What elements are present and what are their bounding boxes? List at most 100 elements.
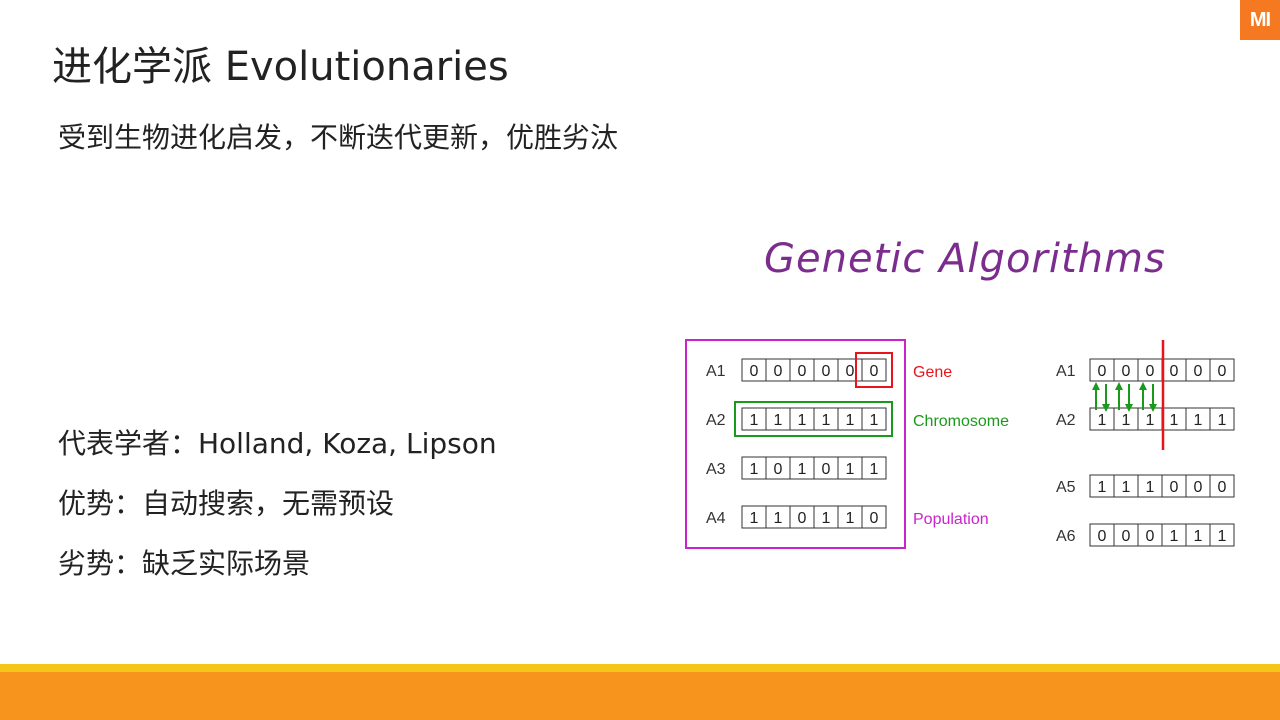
gene-value: 0 [1098,528,1107,545]
swap-arrow-up-icon [1115,382,1123,390]
gene-value: 0 [1218,363,1227,380]
gene-cell [1089,523,1115,547]
gene-value: 1 [798,461,807,478]
diagram-title: Genetic Algorithms [764,236,1166,282]
gene-cell [1137,523,1163,547]
gene-cell [1209,474,1235,498]
gene-cell [813,358,839,382]
gene-highlight-box [855,352,893,388]
gene-cell [741,505,767,529]
gene-cell [765,407,791,431]
gene-value: 0 [1146,363,1155,380]
gene-value: 1 [1122,479,1131,496]
swap-arrow-down-icon [1149,404,1157,412]
chromosome-highlight-box [734,401,893,437]
gene-cell [1089,407,1115,431]
left-row-label-a4: A4 [706,510,726,527]
gene-cell [1161,474,1187,498]
gene-cell [1161,407,1187,431]
gene-cell [861,407,887,431]
gene-value: 0 [870,510,879,527]
gene-value: 1 [774,510,783,527]
gene-cell [837,358,863,382]
gene-cell [1137,407,1163,431]
gene-cell [813,505,839,529]
gene-value: 1 [870,461,879,478]
gene-cell [1113,407,1139,431]
gene-value: 0 [1218,479,1227,496]
bullet-representatives: 代表学者：Holland, Koza, Lipson [58,427,497,460]
gene-value: 0 [1098,363,1107,380]
gene-cell [1161,358,1187,382]
gene-cell [861,505,887,529]
gene-cell [813,456,839,480]
swap-arrow-up-icon [1092,382,1100,390]
gene-annotation: Gene [913,364,952,381]
gene-value: 1 [1146,479,1155,496]
gene-cell [765,358,791,382]
gene-cell [789,407,815,431]
right-row-label-a6: A6 [1056,528,1076,545]
gene-value: 1 [1098,479,1107,496]
gene-cell [789,456,815,480]
genetic-algorithm-diagram: A1 0 0 0 0 0 0A2 1 1 1 1 1 1A3 1 0 1 0 1 1A4 1 1 0 1 1 0GeneChro… [685,339,1235,549]
gene-value: 1 [750,412,759,429]
gene-value: 1 [846,412,855,429]
gene-value: 0 [798,363,807,380]
gene-cell [789,358,815,382]
gene-value: 1 [1170,412,1179,429]
gene-cell [1113,523,1139,547]
footer-stripe [0,664,1280,672]
bullet-advantages: 优势：自动搜索，无需预设 [58,487,395,520]
gene-value: 0 [1170,363,1179,380]
gene-value: 1 [1122,412,1131,429]
slide-subtitle: 受到生物进化启发，不断迭代更新，优胜劣汰 [58,121,619,154]
gene-value: 1 [1218,528,1227,545]
right-row-label-a2: A2 [1056,412,1076,429]
gene-cell [741,358,767,382]
gene-cell [861,358,887,382]
bullet-disadvantages: 劣势：缺乏实际场景 [58,547,311,580]
gene-value: 1 [822,412,831,429]
gene-cell [741,407,767,431]
gene-value: 1 [1098,412,1107,429]
gene-cell [1137,358,1163,382]
right-row-label-a5: A5 [1056,479,1076,496]
gene-value: 0 [870,363,879,380]
gene-value: 0 [822,363,831,380]
gene-cell [789,505,815,529]
left-row-label-a1: A1 [706,363,726,380]
population-box [685,339,906,549]
gene-cell [837,407,863,431]
gene-value: 0 [1122,363,1131,380]
gene-value: 1 [798,412,807,429]
left-row-label-a3: A3 [706,461,726,478]
gene-value: 0 [1170,479,1179,496]
gene-value: 0 [774,461,783,478]
gene-value: 1 [1194,528,1203,545]
gene-value: 0 [750,363,759,380]
gene-cell [1209,523,1235,547]
gene-value: 1 [1218,412,1227,429]
gene-value: 0 [1194,479,1203,496]
gene-cell [837,456,863,480]
gene-cell [765,456,791,480]
gene-value: 0 [1146,528,1155,545]
gene-value: 1 [846,510,855,527]
gene-value: 1 [822,510,831,527]
gene-cell [1089,358,1115,382]
swap-arrow-down-icon [1102,404,1110,412]
slide-title: 进化学派 Evolutionaries [52,44,509,90]
gene-cell [1185,523,1211,547]
chromosome-annotation: Chromosome [913,413,1009,430]
gene-cell [861,456,887,480]
gene-cell [1113,474,1139,498]
gene-cell [741,456,767,480]
gene-cell [1161,523,1187,547]
gene-value: 1 [750,510,759,527]
gene-value: 1 [846,461,855,478]
gene-cell [765,505,791,529]
gene-cell [1185,474,1211,498]
gene-value: 1 [870,412,879,429]
swap-arrow-up-icon [1139,382,1147,390]
